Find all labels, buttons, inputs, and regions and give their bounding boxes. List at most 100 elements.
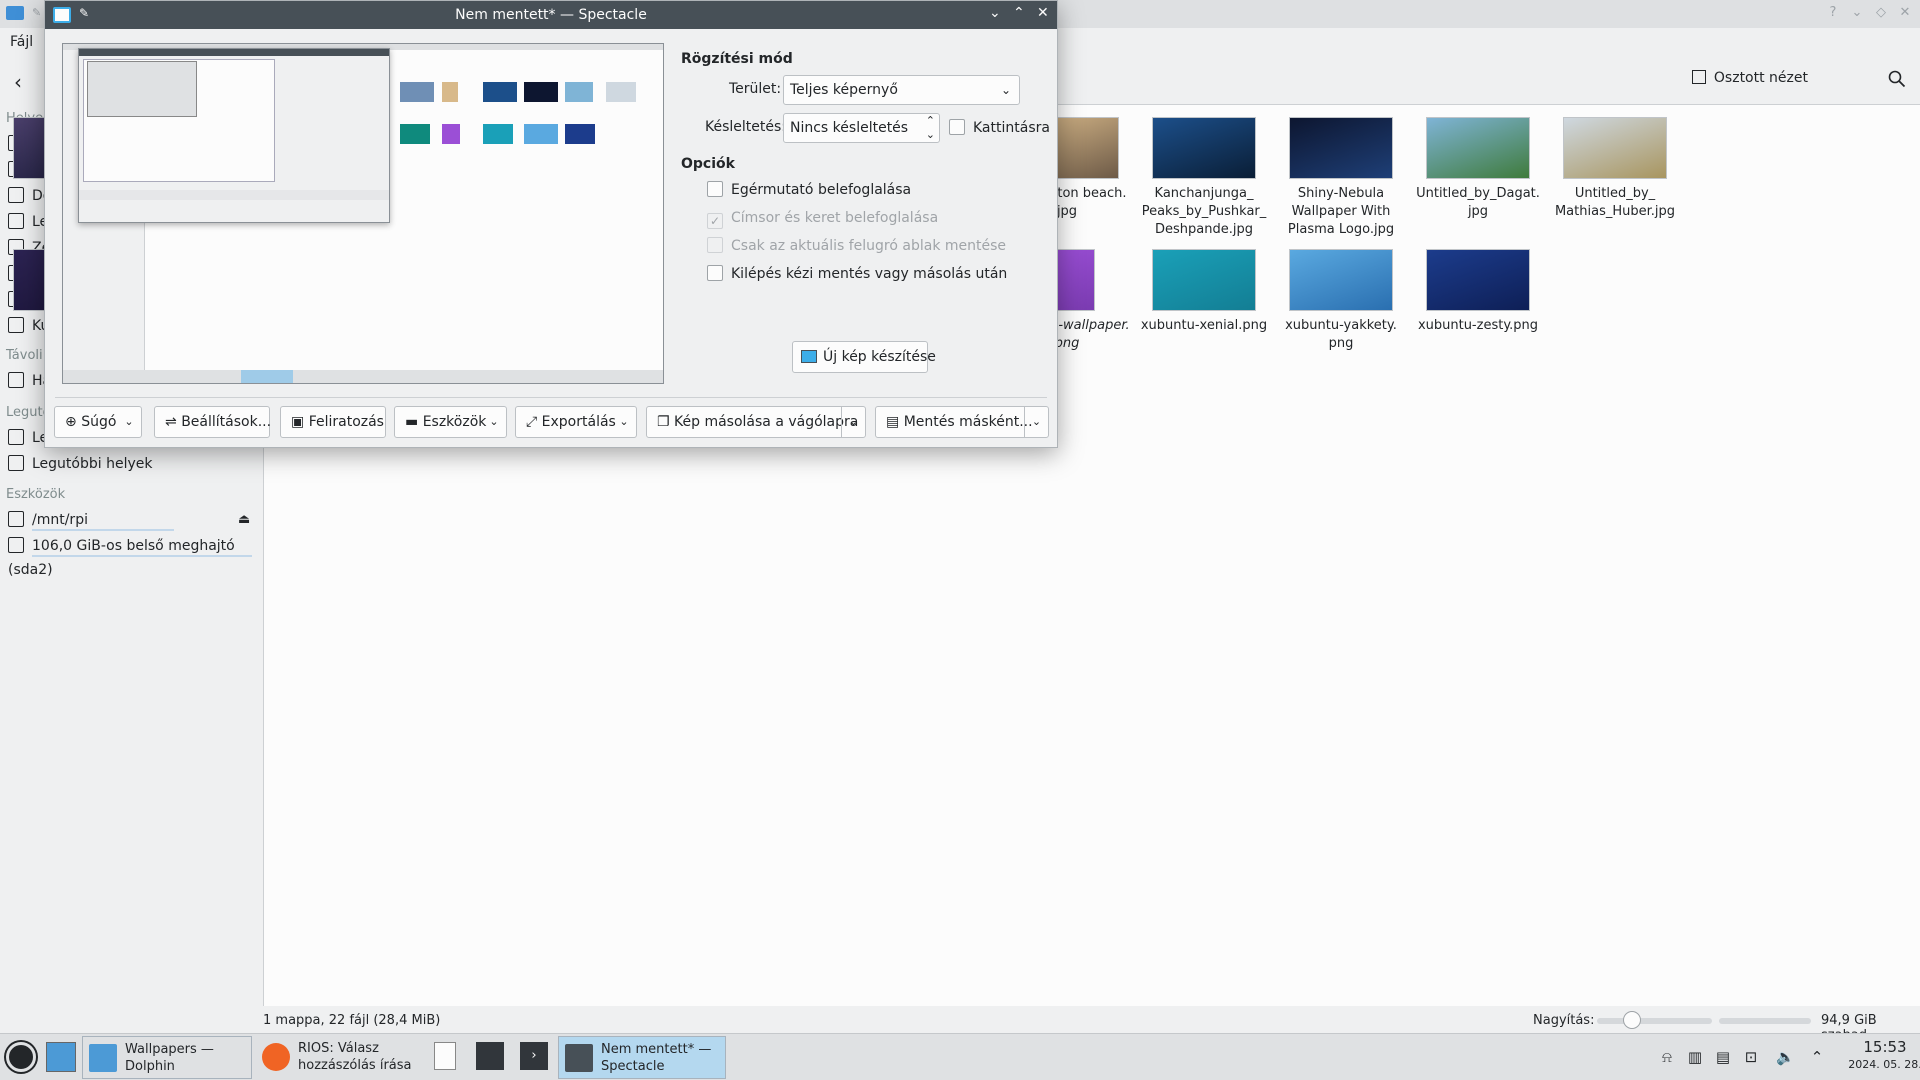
export-label: Exportálás: [541, 414, 616, 430]
volume-icon[interactable]: 🔈: [1776, 1048, 1795, 1066]
sidebar-item-icon: [8, 455, 24, 471]
tools-button[interactable]: ▬ Eszközök ⌄: [394, 406, 507, 438]
file-name: xubuntu-zesty.png: [1417, 318, 1539, 333]
file-item[interactable]: xubuntu-xenial.png: [1138, 249, 1270, 335]
sidebar-section-header: Távoli: [6, 348, 43, 363]
help-button[interactable]: ⊕ Súgó ⌄: [54, 406, 142, 438]
notifications-icon[interactable]: ⍾: [1658, 1048, 1676, 1066]
terminal-icon[interactable]: ›: [520, 1042, 548, 1070]
back-icon[interactable]: ‹: [14, 70, 22, 94]
clock-time[interactable]: 15:53: [1855, 1038, 1915, 1056]
tray-expand-icon[interactable]: ⌃: [1808, 1048, 1826, 1066]
settings-label: Beállítások...: [181, 414, 272, 430]
save-as-button[interactable]: ▤ Mentés másként... ⌄: [875, 406, 1049, 438]
zoom-label: Nagyítás:: [1533, 1013, 1595, 1028]
file-name: Shiny-Nebula Wallpaper With Plasma Logo.…: [1287, 186, 1395, 237]
option-checkbox[interactable]: Kilépés kézi mentés vagy másolás után: [707, 265, 1007, 285]
split-view-button[interactable]: Osztott nézet: [1691, 70, 1808, 86]
chevron-down-icon: ⌄: [489, 415, 499, 428]
task-label: RIOS: Válasz hozzászólás írása -...: [298, 1041, 412, 1080]
minimize-icon[interactable]: ⌄: [989, 5, 1001, 21]
option-checkbox[interactable]: Egérmutató belefoglalása: [707, 181, 911, 201]
file-name: Kanchanjunga_ Peaks_by_Pushkar_ Deshpand…: [1141, 186, 1267, 237]
file-name: Untitled_by_ Mathias_Huber.jpg: [1554, 186, 1676, 219]
eject-icon[interactable]: ⏏: [238, 512, 250, 527]
mixer-icon[interactable]: [476, 1042, 504, 1070]
task-item[interactable]: Nem mentett* — Spectacle: [558, 1036, 726, 1079]
file-item[interactable]: xubuntu-yakkety. png: [1275, 249, 1407, 353]
network-icon[interactable]: ⊡: [1742, 1048, 1760, 1066]
tools-icon: ▬: [405, 414, 423, 430]
option-checkbox: ✓ Címsor és keret belefoglalása: [707, 209, 938, 229]
new-screenshot-label: Új kép készítése: [823, 349, 936, 365]
camera-icon: [801, 350, 817, 363]
task-item[interactable]: RIOS: Válasz hozzászólás írása -...: [256, 1036, 424, 1080]
status-bar: 1 mappa, 22 fájl (28,4 MiB) Nagyítás: 94…: [263, 1006, 1920, 1043]
text-editor-icon[interactable]: [434, 1042, 456, 1070]
delay-spinbox-value: Nincs késleltetés: [790, 120, 909, 136]
sidebar-item-recent[interactable]: Legutóbbi helyek: [8, 452, 258, 476]
show-desktop-icon[interactable]: [46, 1042, 76, 1072]
spectacle-titlebar: ✎ Nem mentett* — Spectacle ⌄ ⌃ ✕: [45, 1, 1057, 29]
search-icon[interactable]: [1888, 70, 1906, 88]
export-icon: ⤢: [526, 414, 542, 430]
close-icon[interactable]: ✕: [1896, 4, 1914, 22]
file-item[interactable]: Untitled_by_ Mathias_Huber.jpg: [1549, 117, 1681, 221]
free-space-bar: [1719, 1018, 1811, 1024]
on-click-label: Kattintásra: [973, 120, 1050, 136]
spin-down-icon[interactable]: ⌄: [926, 121, 935, 149]
annotate-icon: ▣: [291, 414, 309, 430]
maximize-icon[interactable]: ◇: [1872, 4, 1890, 22]
spectacle-window: ✎ Nem mentett* — Spectacle ⌄ ⌃ ✕ Rögzíté…: [44, 0, 1058, 448]
chevron-down-icon[interactable]: ⌄: [841, 407, 865, 437]
file-item[interactable]: Untitled_by_Dagat. jpg: [1412, 117, 1544, 221]
copy-to-clipboard-button[interactable]: ❐ Kép másolása a vágólapra ⌄: [646, 406, 866, 438]
area-select-value: Teljes képernyő: [790, 82, 898, 98]
help-icon[interactable]: ?: [1824, 4, 1842, 22]
task-item[interactable]: Wallpapers — Dolphin: [82, 1036, 252, 1079]
split-view-icon: [1691, 70, 1706, 84]
save-as-label: Mentés másként...: [903, 414, 1033, 430]
help-icon: ⊕: [65, 414, 82, 430]
sidebar-item-icon: [8, 511, 24, 527]
export-button[interactable]: ⤢ Exportálás ⌄: [515, 406, 637, 438]
pin-icon[interactable]: ✎: [32, 6, 42, 20]
minimize-icon[interactable]: ⌄: [1848, 4, 1866, 22]
file-name: xubuntu-xenial.png: [1140, 318, 1268, 333]
delay-label: Késleltetés:: [705, 119, 786, 135]
spectacle-title: Nem mentett* — Spectacle: [455, 7, 647, 23]
zoom-slider-handle[interactable]: [1622, 1011, 1641, 1029]
option-label: Kilépés kézi mentés vagy másolás után: [731, 266, 1008, 282]
clipboard-icon[interactable]: ▤: [1714, 1048, 1732, 1066]
delay-spinbox[interactable]: Nincs késleltetés ⌃ ⌄: [783, 113, 940, 143]
file-item[interactable]: Kanchanjunga_ Peaks_by_Pushkar_ Deshpand…: [1138, 117, 1270, 239]
annotate-button[interactable]: ▣ Feliratozás: [280, 406, 386, 438]
app-launcher-icon[interactable]: [6, 1042, 36, 1072]
area-select[interactable]: Teljes képernyő ⌄: [783, 75, 1020, 105]
screenshot-preview[interactable]: [62, 43, 664, 384]
sidebar-section-header: Eszközök: [6, 487, 66, 502]
menu-file[interactable]: Fájl: [10, 34, 33, 50]
sidebar-item-icon: [8, 537, 24, 553]
checkbox-box: ✓: [707, 213, 723, 229]
annotate-label: Feliratozás: [308, 414, 384, 430]
close-icon[interactable]: ✕: [1037, 5, 1049, 21]
file-item[interactable]: xubuntu-zesty.png: [1412, 249, 1544, 335]
file-thumbnail: [1426, 249, 1530, 311]
clock-date[interactable]: 2024. 05. 28.: [1845, 1058, 1920, 1071]
chevron-down-icon[interactable]: ⌄: [1024, 407, 1048, 437]
settings-button[interactable]: ⇌ Beállítások...: [154, 406, 272, 438]
maximize-icon[interactable]: ⌃: [1013, 5, 1025, 21]
zoom-slider-track[interactable]: [1597, 1018, 1712, 1024]
file-item[interactable]: Shiny-Nebula Wallpaper With Plasma Logo.…: [1275, 117, 1407, 239]
file-thumbnail: [1563, 117, 1667, 179]
copy-label: Kép másolása a vágólapra: [674, 414, 859, 430]
capture-mode-header: Rögzítési mód: [681, 51, 793, 67]
on-click-checkbox[interactable]: Kattintásra: [949, 119, 1050, 139]
system-monitor-icon[interactable]: ▥: [1686, 1048, 1704, 1066]
option-label: Csak az aktuális felugró ablak mentése: [731, 238, 1007, 254]
taskbar: ⍾ ▥ ▤ ⊡ 🔈 ⌃ 15:53 2024. 05. 28. Wallpape…: [0, 1033, 1920, 1080]
new-screenshot-button[interactable]: Új kép készítése: [792, 341, 936, 373]
status-text: 1 mappa, 22 fájl (28,4 MiB): [263, 1013, 441, 1028]
chevron-down-icon: ⌄: [619, 415, 629, 428]
